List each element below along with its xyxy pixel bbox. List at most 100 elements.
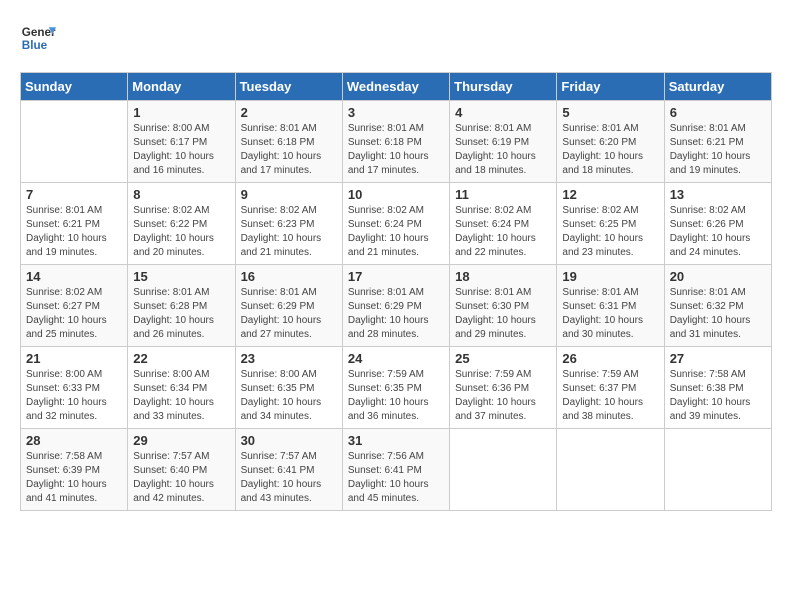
calendar-week-5: 28 Sunrise: 7:58 AM Sunset: 6:39 PM Dayli… [21, 429, 772, 511]
day-number: 22 [133, 351, 229, 366]
day-cell-1: 1 Sunrise: 8:00 AM Sunset: 6:17 PM Daylig… [128, 101, 235, 183]
day-number: 29 [133, 433, 229, 448]
day-cell-14: 14 Sunrise: 8:02 AM Sunset: 6:27 PM Dayli… [21, 265, 128, 347]
day-info: Sunrise: 8:01 AM Sunset: 6:31 PM Dayligh… [562, 286, 658, 342]
day-info: Sunrise: 8:00 AM Sunset: 6:17 PM Dayligh… [133, 122, 229, 178]
day-cell-4: 4 Sunrise: 8:01 AM Sunset: 6:19 PM Daylig… [450, 101, 557, 183]
day-info: Sunrise: 8:02 AM Sunset: 6:22 PM Dayligh… [133, 204, 229, 260]
day-info: Sunrise: 8:01 AM Sunset: 6:20 PM Dayligh… [562, 122, 658, 178]
day-number: 15 [133, 269, 229, 284]
day-number: 24 [348, 351, 444, 366]
day-cell-18: 18 Sunrise: 8:01 AM Sunset: 6:30 PM Dayli… [450, 265, 557, 347]
day-cell-28: 28 Sunrise: 7:58 AM Sunset: 6:39 PM Dayli… [21, 429, 128, 511]
day-number: 1 [133, 105, 229, 120]
day-number: 2 [241, 105, 337, 120]
day-info: Sunrise: 8:00 AM Sunset: 6:34 PM Dayligh… [133, 368, 229, 424]
day-number: 7 [26, 187, 122, 202]
day-info: Sunrise: 8:01 AM Sunset: 6:21 PM Dayligh… [26, 204, 122, 260]
day-info: Sunrise: 8:00 AM Sunset: 6:35 PM Dayligh… [241, 368, 337, 424]
day-cell-19: 19Sunrise: 8:01 AM Sunset: 6:31 PM Dayli… [557, 265, 664, 347]
day-number: 20 [670, 269, 766, 284]
day-info: Sunrise: 8:01 AM Sunset: 6:18 PM Dayligh… [241, 122, 337, 178]
day-info: Sunrise: 8:02 AM Sunset: 6:24 PM Dayligh… [348, 204, 444, 260]
day-number: 13 [670, 187, 766, 202]
day-info: Sunrise: 8:02 AM Sunset: 6:26 PM Dayligh… [670, 204, 766, 260]
day-number: 16 [241, 269, 337, 284]
day-number: 27 [670, 351, 766, 366]
day-info: Sunrise: 8:01 AM Sunset: 6:21 PM Dayligh… [670, 122, 766, 178]
day-number: 5 [562, 105, 658, 120]
day-number: 14 [26, 269, 122, 284]
day-header-saturday: Saturday [664, 73, 771, 101]
day-number: 3 [348, 105, 444, 120]
day-cell-24: 24 Sunrise: 7:59 AM Sunset: 6:35 PM Dayli… [342, 347, 449, 429]
day-info: Sunrise: 7:58 AM Sunset: 6:39 PM Dayligh… [26, 450, 122, 506]
day-cell-7: 7 Sunrise: 8:01 AM Sunset: 6:21 PM Daylig… [21, 183, 128, 265]
day-info: Sunrise: 8:01 AM Sunset: 6:32 PM Dayligh… [670, 286, 766, 342]
day-info: Sunrise: 8:01 AM Sunset: 6:29 PM Dayligh… [348, 286, 444, 342]
page-header: General Blue [20, 20, 772, 56]
day-number: 23 [241, 351, 337, 366]
day-cell-12: 12 Sunrise: 8:02 AM Sunset: 6:25 PM Dayli… [557, 183, 664, 265]
day-number: 28 [26, 433, 122, 448]
day-cell-11: 11 Sunrise: 8:02 AM Sunset: 6:24 PM Dayli… [450, 183, 557, 265]
day-cell-13: 13 Sunrise: 8:02 AM Sunset: 6:26 PM Dayli… [664, 183, 771, 265]
day-header-wednesday: Wednesday [342, 73, 449, 101]
day-cell-22: 22 Sunrise: 8:00 AM Sunset: 6:34 PM Dayli… [128, 347, 235, 429]
day-cell-25: 25Sunrise: 7:59 AM Sunset: 6:36 PM Dayli… [450, 347, 557, 429]
day-info: Sunrise: 8:01 AM Sunset: 6:30 PM Dayligh… [455, 286, 551, 342]
calendar-week-2: 7 Sunrise: 8:01 AM Sunset: 6:21 PM Daylig… [21, 183, 772, 265]
logo: General Blue [20, 20, 60, 56]
day-cell-23: 23 Sunrise: 8:00 AM Sunset: 6:35 PM Dayli… [235, 347, 342, 429]
day-info: Sunrise: 7:57 AM Sunset: 6:41 PM Dayligh… [241, 450, 337, 506]
empty-cell [21, 101, 128, 183]
day-cell-26: 26Sunrise: 7:59 AM Sunset: 6:37 PM Dayli… [557, 347, 664, 429]
day-info: Sunrise: 7:56 AM Sunset: 6:41 PM Dayligh… [348, 450, 444, 506]
day-cell-6: 6 Sunrise: 8:01 AM Sunset: 6:21 PM Daylig… [664, 101, 771, 183]
day-number: 31 [348, 433, 444, 448]
day-cell-16: 16 Sunrise: 8:01 AM Sunset: 6:29 PM Dayli… [235, 265, 342, 347]
empty-cell [450, 429, 557, 511]
day-info: Sunrise: 7:59 AM Sunset: 6:36 PM Dayligh… [455, 368, 551, 424]
calendar-week-4: 21 Sunrise: 8:00 AM Sunset: 6:33 PM Dayli… [21, 347, 772, 429]
day-info: Sunrise: 7:59 AM Sunset: 6:35 PM Dayligh… [348, 368, 444, 424]
day-number: 12 [562, 187, 658, 202]
day-number: 6 [670, 105, 766, 120]
day-info: Sunrise: 8:02 AM Sunset: 6:25 PM Dayligh… [562, 204, 658, 260]
svg-text:Blue: Blue [22, 39, 48, 52]
day-info: Sunrise: 8:01 AM Sunset: 6:19 PM Dayligh… [455, 122, 551, 178]
day-cell-17: 17 Sunrise: 8:01 AM Sunset: 6:29 PM Dayli… [342, 265, 449, 347]
day-cell-8: 8Sunrise: 8:02 AM Sunset: 6:22 PM Daylig… [128, 183, 235, 265]
day-cell-2: 2 Sunrise: 8:01 AM Sunset: 6:18 PM Daylig… [235, 101, 342, 183]
day-number: 18 [455, 269, 551, 284]
day-number: 4 [455, 105, 551, 120]
day-header-friday: Friday [557, 73, 664, 101]
day-cell-21: 21 Sunrise: 8:00 AM Sunset: 6:33 PM Dayli… [21, 347, 128, 429]
day-info: Sunrise: 8:02 AM Sunset: 6:24 PM Dayligh… [455, 204, 551, 260]
day-cell-9: 9Sunrise: 8:02 AM Sunset: 6:23 PM Daylig… [235, 183, 342, 265]
day-cell-3: 3 Sunrise: 8:01 AM Sunset: 6:18 PM Daylig… [342, 101, 449, 183]
day-number: 10 [348, 187, 444, 202]
day-header-sunday: Sunday [21, 73, 128, 101]
day-header-thursday: Thursday [450, 73, 557, 101]
empty-cell [557, 429, 664, 511]
day-cell-30: 30 Sunrise: 7:57 AM Sunset: 6:41 PM Dayli… [235, 429, 342, 511]
day-number: 30 [241, 433, 337, 448]
calendar-header-row: SundayMondayTuesdayWednesdayThursdayFrid… [21, 73, 772, 101]
day-info: Sunrise: 8:02 AM Sunset: 6:27 PM Dayligh… [26, 286, 122, 342]
day-header-tuesday: Tuesday [235, 73, 342, 101]
day-info: Sunrise: 8:01 AM Sunset: 6:18 PM Dayligh… [348, 122, 444, 178]
day-info: Sunrise: 8:01 AM Sunset: 6:28 PM Dayligh… [133, 286, 229, 342]
logo-icon: General Blue [20, 20, 56, 56]
day-cell-15: 15 Sunrise: 8:01 AM Sunset: 6:28 PM Dayli… [128, 265, 235, 347]
day-number: 21 [26, 351, 122, 366]
calendar-table: SundayMondayTuesdayWednesdayThursdayFrid… [20, 72, 772, 511]
calendar-week-3: 14 Sunrise: 8:02 AM Sunset: 6:27 PM Dayli… [21, 265, 772, 347]
day-header-monday: Monday [128, 73, 235, 101]
day-info: Sunrise: 8:00 AM Sunset: 6:33 PM Dayligh… [26, 368, 122, 424]
day-info: Sunrise: 8:01 AM Sunset: 6:29 PM Dayligh… [241, 286, 337, 342]
day-number: 11 [455, 187, 551, 202]
day-cell-27: 27Sunrise: 7:58 AM Sunset: 6:38 PM Dayli… [664, 347, 771, 429]
day-cell-20: 20 Sunrise: 8:01 AM Sunset: 6:32 PM Dayli… [664, 265, 771, 347]
day-number: 17 [348, 269, 444, 284]
